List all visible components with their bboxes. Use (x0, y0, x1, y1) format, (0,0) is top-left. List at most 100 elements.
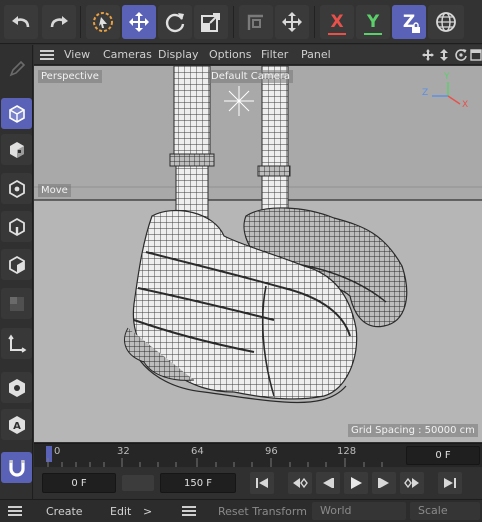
play-button[interactable] (344, 472, 368, 494)
undo-button[interactable] (4, 5, 38, 39)
y-axis-underline (364, 33, 382, 35)
go-to-end-button[interactable] (438, 472, 462, 494)
live-selection-icon (93, 12, 113, 32)
tool-label: Move (38, 184, 71, 197)
menu-display[interactable]: Display (158, 48, 199, 61)
go-to-start-icon (256, 478, 268, 488)
end-frame-field[interactable]: 150 F (160, 473, 236, 493)
default-camera-label[interactable]: Default Camera (208, 70, 293, 83)
solo-button[interactable] (1, 372, 32, 403)
range-slider[interactable] (122, 475, 154, 491)
pan-icon[interactable] (421, 48, 435, 62)
play-icon (351, 477, 362, 489)
menu-filter[interactable]: Filter (261, 48, 288, 61)
start-frame-field[interactable]: 0 F (42, 473, 116, 493)
coordinate-mode-dropdown[interactable]: World (312, 502, 406, 520)
tick-32: 32 (117, 446, 130, 457)
uv-mode-button[interactable] (1, 288, 32, 319)
tick-64: 64 (191, 446, 204, 457)
next-frame-icon (378, 478, 389, 488)
menu-create[interactable]: Create (46, 505, 83, 518)
previous-key-icon (293, 477, 308, 489)
reset-transform-button[interactable]: Reset Transform (218, 505, 307, 518)
main-toolbar: X Y Z (0, 0, 482, 44)
current-frame-value: 0 F (435, 450, 451, 461)
timeline-ruler[interactable]: 0 32 64 96 128 0 F (34, 443, 482, 467)
go-to-start-button[interactable] (250, 472, 274, 494)
gizmo-y-label: Y (444, 72, 450, 82)
move-axis-icon (282, 12, 302, 32)
left-tool-palette: A (0, 45, 33, 522)
gizmo-z-label: Z (422, 88, 429, 98)
x-axis-label: X (330, 12, 344, 32)
next-frame-button[interactable] (372, 472, 396, 494)
animate-hexagon-icon: A (8, 415, 25, 434)
previous-key-button[interactable] (288, 472, 312, 494)
object-mode-button[interactable] (1, 134, 32, 165)
menu-options[interactable]: Options (209, 48, 251, 61)
x-axis-lock-button[interactable]: X (320, 5, 354, 39)
background-upper (34, 66, 482, 200)
axis-move-button[interactable] (275, 5, 309, 39)
hamburger-icon[interactable] (8, 506, 22, 516)
toolbar-separator (80, 6, 81, 38)
snapping-button[interactable] (1, 452, 32, 483)
menu-view[interactable]: View (64, 48, 90, 61)
tick-0: 0 (54, 446, 61, 457)
uv-icon (9, 296, 24, 311)
toolbar-separator (314, 6, 315, 38)
redo-button[interactable] (42, 5, 76, 39)
coordinate-system-button[interactable] (428, 5, 464, 39)
z-axis-lock-button[interactable]: Z (392, 5, 426, 39)
model-mode-button[interactable] (1, 98, 32, 129)
svg-text:A: A (13, 421, 21, 432)
cube-icon (8, 104, 25, 123)
previous-frame-button[interactable] (316, 472, 340, 494)
camera-label[interactable]: Perspective (38, 70, 102, 83)
gizmo-x-label: X (462, 100, 469, 110)
snap-button[interactable] (239, 5, 273, 39)
axis-icon (7, 334, 26, 353)
menu-edit[interactable]: Edit (110, 505, 131, 518)
move-tool-button[interactable] (122, 5, 156, 39)
live-selection-button[interactable] (86, 5, 120, 39)
orbit-icon[interactable] (454, 48, 468, 62)
menu-panel[interactable]: Panel (301, 48, 331, 61)
points-icon (8, 179, 25, 198)
scale-icon (201, 13, 220, 32)
zoom-icon[interactable] (438, 48, 450, 62)
move-icon (129, 12, 149, 32)
hamburger-icon[interactable] (182, 506, 196, 516)
scale-tool-button[interactable] (194, 5, 228, 39)
transform-mode-dropdown[interactable]: Scale (410, 502, 480, 520)
viewport-menubar: View Cameras Display Options Filter Pane… (34, 45, 482, 65)
current-frame-field[interactable]: 0 F (406, 446, 480, 465)
edit-mode-button[interactable] (1, 53, 32, 84)
magnet-icon (8, 459, 25, 477)
tick-96: 96 (265, 446, 278, 457)
rotate-tool-button[interactable] (158, 5, 192, 39)
next-key-button[interactable] (400, 472, 424, 494)
snap-icon (247, 14, 263, 30)
previous-frame-icon (323, 478, 334, 488)
points-mode-button[interactable] (1, 173, 32, 204)
go-to-end-icon (444, 478, 456, 488)
transform-mode-value: Scale (418, 504, 448, 517)
timeline-ticks (47, 458, 383, 467)
axis-mode-button[interactable] (1, 328, 32, 359)
animate-button[interactable]: A (1, 409, 32, 440)
edges-mode-button[interactable] (1, 211, 32, 242)
left-pillar-upper (173, 66, 211, 155)
end-frame-value: 150 F (183, 477, 213, 489)
redo-icon (50, 16, 68, 28)
hamburger-icon[interactable] (40, 50, 54, 60)
menu-cameras[interactable]: Cameras (103, 48, 152, 61)
polygons-mode-button[interactable] (1, 249, 32, 280)
maximize-icon[interactable] (470, 49, 482, 61)
menu-more-chevron[interactable]: > (143, 505, 152, 518)
y-axis-lock-button[interactable]: Y (356, 5, 390, 39)
lock-icon (412, 22, 420, 33)
rotate-icon (165, 13, 185, 33)
3d-viewport[interactable]: Perspective Default Camera Move Z Y X Gr… (34, 66, 482, 442)
solo-hexagon-icon (8, 378, 25, 397)
